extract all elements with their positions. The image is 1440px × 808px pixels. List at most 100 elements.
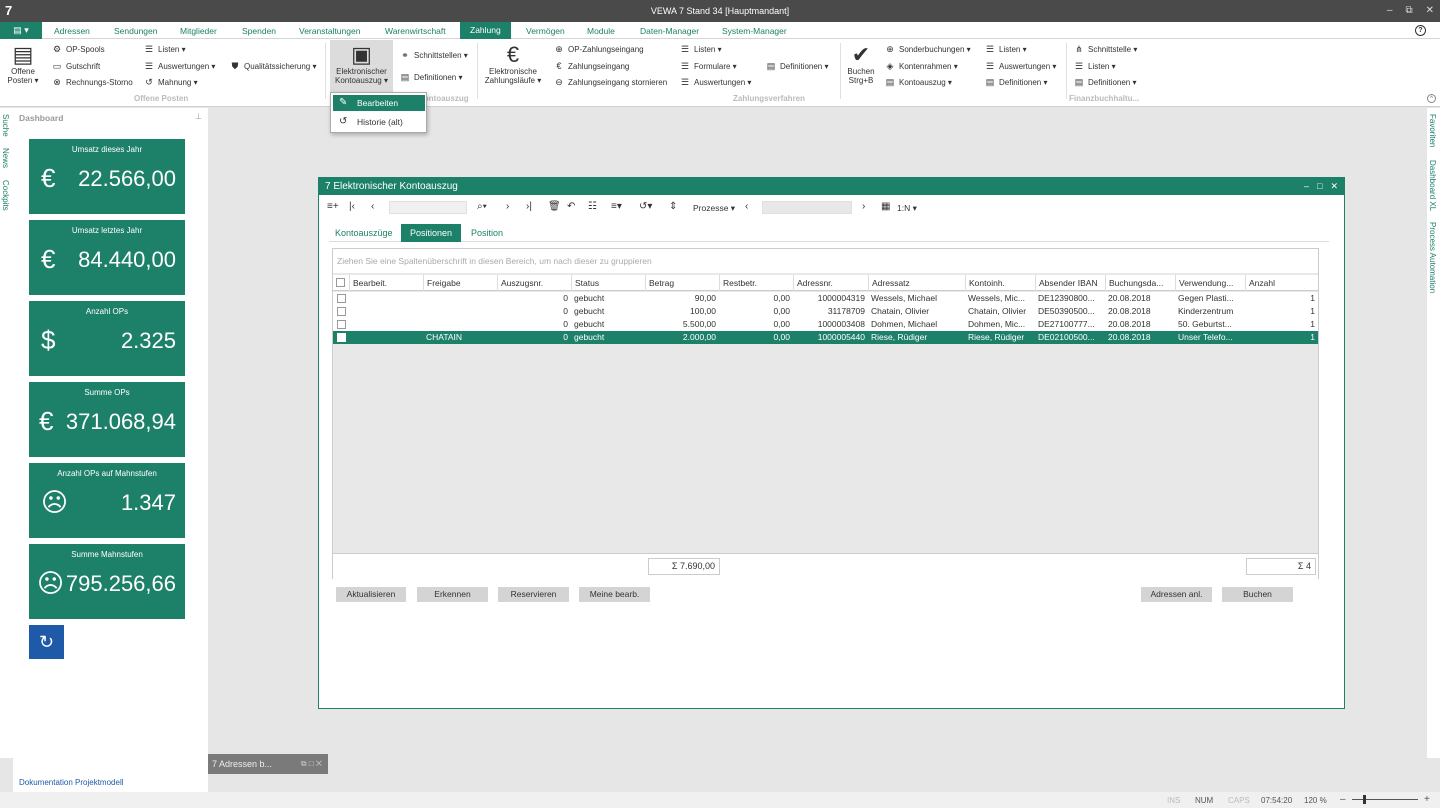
listen-button[interactable]: ☰ Listen ▾ <box>144 44 186 55</box>
refresh-button[interactable]: ↻ <box>29 625 64 659</box>
first-record-icon[interactable]: |‹ <box>349 201 355 212</box>
checkbox[interactable] <box>336 278 345 287</box>
zoom-slider-track[interactable] <box>1352 799 1418 800</box>
offene-posten-button[interactable]: ▤ Offene Posten ▾ <box>6 43 40 86</box>
history-icon[interactable]: ↺▾ <box>639 201 652 212</box>
app-menu-button[interactable]: ▤ ▾ <box>0 22 42 39</box>
qualitaetssicherung-button[interactable]: ⛊ Qualitätssicherung ▾ <box>230 61 317 72</box>
sort-icon[interactable]: ⇕ <box>669 201 677 212</box>
documentation-link[interactable]: Dokumentation Projektmodell <box>19 778 124 787</box>
fibu-listen-button[interactable]: ☰ Listen ▾ <box>985 44 1027 55</box>
side-tab-process-automation[interactable]: Process Automation <box>1428 222 1437 293</box>
checkbox[interactable] <box>337 294 346 303</box>
fibu-listen2-button[interactable]: ☰ Listen ▾ <box>1074 61 1116 72</box>
mahnung-button[interactable]: ↺ Mahnung ▾ <box>144 77 197 88</box>
definitionen-button[interactable]: ▤ Definitionen ▾ <box>400 72 463 83</box>
numbered-list-icon[interactable]: ☷ <box>588 201 597 212</box>
zahlungseingang-stornieren-button[interactable]: ⊖ Zahlungseingang stornieren <box>554 77 667 88</box>
menu-spenden[interactable]: Spenden <box>242 26 276 36</box>
column-header[interactable]: Bearbeit. <box>349 275 423 291</box>
side-tab-favoriten[interactable]: Favoriten <box>1428 114 1437 147</box>
tab-positionen[interactable]: Positionen <box>401 224 462 242</box>
minimized-window-controls[interactable]: ⧉ □ ✕ <box>301 754 322 774</box>
column-header[interactable]: Restbetr. <box>719 275 793 291</box>
zv-listen-button[interactable]: ☰ Listen ▾ <box>680 44 722 55</box>
maximize-icon[interactable]: □ <box>1317 178 1322 195</box>
column-header[interactable]: Verwendung... <box>1175 275 1245 291</box>
column-header[interactable]: Kontoinh. <box>965 275 1035 291</box>
fibu-definitionen-button[interactable]: ▤ Definitionen ▾ <box>985 77 1048 88</box>
previous-process-icon[interactable]: ‹ <box>745 201 748 212</box>
header-select-all[interactable] <box>333 275 349 291</box>
op-spools-button[interactable]: ⚙ OP-Spools <box>52 44 105 55</box>
column-header[interactable]: Freigabe <box>423 275 497 291</box>
checkbox[interactable] <box>337 320 346 329</box>
side-tab-cockpits[interactable]: Cockpits <box>1 180 10 211</box>
group-by-area[interactable]: Ziehen Sie eine Spaltenüberschrift in di… <box>333 249 1318 273</box>
fibu-definitionen2-button[interactable]: ▤ Definitionen ▾ <box>1074 77 1137 88</box>
collapse-ribbon-icon[interactable]: ^ <box>1427 94 1436 103</box>
sonderbuchungen-button[interactable]: ⊕ Sonderbuchungen ▾ <box>885 44 970 55</box>
checkbox[interactable] <box>337 333 346 342</box>
schnittstellen-button[interactable]: ⚭ Schnittstellen ▾ <box>400 50 468 61</box>
column-header[interactable]: Adressatz <box>868 275 965 291</box>
dropdown-item-historie[interactable]: ↺ Historie (alt) <box>333 114 425 130</box>
side-tab-news[interactable]: News <box>1 148 10 168</box>
fibu-kontoauszug-button[interactable]: ▤ Kontoauszug ▾ <box>885 77 952 88</box>
minimize-icon[interactable]: – <box>1304 178 1309 195</box>
help-icon[interactable]: ? <box>1415 25 1426 36</box>
menu-adressen[interactable]: Adressen <box>54 26 90 36</box>
menu-vermoegen[interactable]: Vermögen <box>526 26 565 36</box>
kpi-tile[interactable]: Summe OPs € 371.068,94 <box>29 382 185 457</box>
search-icon[interactable]: ⌕▾ <box>477 201 487 212</box>
column-header[interactable]: Anzahl <box>1245 275 1318 291</box>
elektronischer-kontoauszug-button[interactable]: ▣ Elektronischer Kontoauszug ▾ <box>330 40 393 92</box>
minimize-icon[interactable]: – <box>1387 5 1393 16</box>
prozesse-button[interactable]: Prozesse ▾ <box>693 203 735 214</box>
zoom-out-icon[interactable]: – <box>1340 794 1346 805</box>
filter-icon[interactable]: ≡▾ <box>611 201 622 212</box>
column-header[interactable]: Buchungsda... <box>1105 275 1175 291</box>
column-header[interactable]: Adressnr. <box>793 275 868 291</box>
menu-daten-manager[interactable]: Daten-Manager <box>640 26 699 36</box>
fibu-auswertungen-button[interactable]: ☰ Auswertungen ▾ <box>985 61 1056 72</box>
record-position-field[interactable] <box>389 201 467 214</box>
op-zahlungseingang-button[interactable]: ⊕ OP-Zahlungseingang <box>554 44 643 55</box>
kpi-tile[interactable]: Anzahl OPs auf Mahnstufen ☹ 1.347 <box>29 463 185 538</box>
checkbox[interactable] <box>337 307 346 316</box>
kontenrahmen-button[interactable]: ◈ Kontenrahmen ▾ <box>885 61 958 72</box>
view-mode-button[interactable]: 1:N ▾ <box>897 203 917 214</box>
tab-kontoauszuege[interactable]: Kontoauszüge <box>329 224 399 242</box>
grid-icon[interactable]: ▦ <box>881 201 890 212</box>
rechnungs-storno-button[interactable]: ⊗ Rechnungs-Storno <box>52 77 133 88</box>
gutschrift-button[interactable]: ▭ Gutschrift <box>52 61 101 72</box>
column-header[interactable]: Status <box>571 275 645 291</box>
delete-icon[interactable]: 🗑 <box>548 201 561 212</box>
menu-sendungen[interactable]: Sendungen <box>114 26 158 36</box>
zahlungseingang-button[interactable]: € Zahlungseingang <box>554 61 629 71</box>
side-tab-suche[interactable]: Suche <box>1 114 10 137</box>
reservieren-button[interactable]: Reservieren <box>498 587 569 602</box>
schnittstelle-button[interactable]: ⋔ Schnittstelle ▾ <box>1074 44 1137 55</box>
restore-icon[interactable]: ⧉ <box>1405 5 1412 16</box>
next-record-icon[interactable]: › <box>506 201 509 212</box>
undo-icon[interactable]: ↶ <box>567 201 575 212</box>
formulare-button[interactable]: ☰ Formulare ▾ <box>680 61 737 72</box>
buchen-button[interactable]: Buchen <box>1222 587 1293 602</box>
table-row[interactable]: 0 gebucht 5.500,00 0,00 1000003408 Dohme… <box>333 318 1318 331</box>
column-header[interactable]: Betrag <box>645 275 719 291</box>
meine-bearb-button[interactable]: Meine bearb. <box>579 587 650 602</box>
table-row[interactable]: 0 gebucht 90,00 0,00 1000004319 Wessels,… <box>333 292 1318 305</box>
table-row[interactable]: 0 gebucht 100,00 0,00 31178709 Chatain, … <box>333 305 1318 318</box>
add-record-icon[interactable]: ≡+ <box>327 201 339 212</box>
buchen-ribbon-button[interactable]: ✔ Buchen Strg+B <box>845 43 877 86</box>
side-tab-dashboard-xl[interactable]: Dashboard XL <box>1428 160 1437 211</box>
zv-auswertungen-button[interactable]: ☰ Auswertungen ▾ <box>680 77 751 88</box>
kpi-tile[interactable]: Summe Mahnstufen ☹ 795.256,66 <box>29 544 185 619</box>
kpi-tile[interactable]: Anzahl OPs $ 2.325 <box>29 301 185 376</box>
kpi-tile[interactable]: Umsatz letztes Jahr € 84.440,00 <box>29 220 185 295</box>
next-process-icon[interactable]: › <box>862 201 865 212</box>
previous-record-icon[interactable]: ‹ <box>371 201 374 212</box>
column-header[interactable]: Absender IBAN <box>1035 275 1105 291</box>
auswertungen-button[interactable]: ☰ Auswertungen ▾ <box>144 61 215 72</box>
